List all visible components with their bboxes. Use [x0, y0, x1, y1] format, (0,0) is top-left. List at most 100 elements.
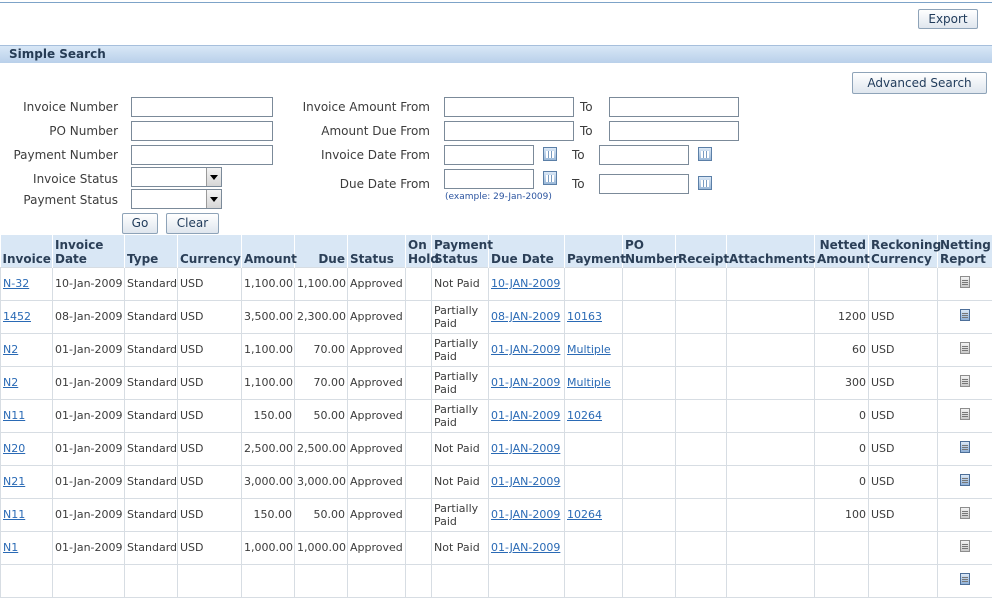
due-date-link[interactable]: 01-JAN-2009	[491, 508, 560, 521]
status-cell: Approved	[348, 300, 406, 333]
invoice-date-from-input[interactable]	[444, 145, 534, 165]
amount-due-to-input[interactable]	[609, 121, 739, 141]
col-on-hold: On Hold	[406, 235, 432, 267]
payment-link[interactable]: 10163	[567, 310, 602, 323]
netted-amount-cell: 100	[815, 498, 869, 531]
status-cell: Approved	[348, 333, 406, 366]
invoice-status-select[interactable]	[131, 167, 222, 187]
invoice-date-cell: 01-Jan-2009	[53, 399, 125, 432]
invoice-link[interactable]: 1452	[3, 310, 31, 323]
invoice-link[interactable]: N1	[3, 541, 18, 554]
invoice-link[interactable]: N20	[3, 442, 25, 455]
netting-report-cell	[938, 465, 992, 498]
reckoning-currency-cell: USD	[869, 498, 938, 531]
po-number-input[interactable]	[131, 121, 273, 141]
netting-report-icon[interactable]	[960, 342, 970, 354]
advanced-search-button[interactable]: Advanced Search	[852, 72, 987, 94]
netting-report-icon[interactable]	[960, 507, 970, 519]
calendar-icon[interactable]	[698, 147, 712, 161]
amount-due-from-input[interactable]	[444, 121, 574, 141]
invoice-amount-to-input[interactable]	[609, 97, 739, 117]
payment-number-input[interactable]	[131, 145, 273, 165]
currency-cell: USD	[178, 267, 242, 300]
invoice-amount-from-input[interactable]	[444, 97, 574, 117]
due-date-link[interactable]: 08-JAN-2009	[491, 310, 560, 323]
payment-link[interactable]: Multiple	[567, 343, 611, 356]
col-due-date: Due Date	[489, 235, 565, 267]
due-date-link[interactable]: 01-JAN-2009	[491, 409, 560, 422]
status-cell: Approved	[348, 366, 406, 399]
calendar-icon[interactable]	[698, 176, 712, 190]
po-number-cell	[623, 333, 676, 366]
due-date-cell: 01-JAN-2009	[489, 531, 565, 564]
po-number-cell	[623, 531, 676, 564]
invoice-date-cell: 01-Jan-2009	[53, 531, 125, 564]
invoice-link[interactable]: N2	[3, 343, 18, 356]
invoice-link[interactable]: N-32	[3, 277, 29, 290]
netting-report-icon[interactable]	[960, 573, 970, 585]
clear-button[interactable]: Clear	[166, 213, 219, 234]
attachments-cell	[727, 564, 815, 597]
invoice-date-to-input[interactable]	[599, 145, 689, 165]
po-number-cell	[623, 465, 676, 498]
type-cell: Standard	[125, 300, 178, 333]
due-date-link[interactable]: 10-JAN-2009	[491, 277, 560, 290]
attachments-cell	[727, 399, 815, 432]
status-cell: Approved	[348, 267, 406, 300]
due-date-link[interactable]: 01-JAN-2009	[491, 343, 560, 356]
chevron-down-icon	[206, 190, 221, 208]
netting-report-icon[interactable]	[960, 408, 970, 420]
invoice-link[interactable]: N21	[3, 475, 25, 488]
invoice-link[interactable]: N2	[3, 376, 18, 389]
status-cell: Approved	[348, 399, 406, 432]
netting-report-icon[interactable]	[960, 309, 970, 321]
invoice-amount-from-label: Invoice Amount From	[280, 100, 430, 114]
reckoning-currency-cell: USD	[869, 432, 938, 465]
calendar-icon[interactable]	[543, 147, 557, 161]
due-date-to-input[interactable]	[599, 174, 689, 194]
netting-report-icon[interactable]	[960, 540, 970, 552]
payment-link[interactable]: 10264	[567, 409, 602, 422]
invoice-link[interactable]: N11	[3, 409, 25, 422]
due-date-from-label: Due Date From	[280, 177, 430, 191]
attachments-cell	[727, 531, 815, 564]
export-button[interactable]: Export	[918, 9, 978, 29]
type-cell: Standard	[125, 399, 178, 432]
type-cell	[125, 564, 178, 597]
netting-report-icon[interactable]	[960, 441, 970, 453]
po-number-cell	[623, 366, 676, 399]
invoice-cell: N2	[1, 333, 53, 366]
netting-report-icon[interactable]	[960, 474, 970, 486]
due-date-link[interactable]: 01-JAN-2009	[491, 376, 560, 389]
payment-status-cell: Not Paid	[432, 267, 489, 300]
payment-cell: 10264	[565, 399, 623, 432]
netted-amount-cell	[815, 564, 869, 597]
attachments-cell	[727, 432, 815, 465]
type-cell: Standard	[125, 333, 178, 366]
payment-link[interactable]: Multiple	[567, 376, 611, 389]
payment-link[interactable]: 10264	[567, 508, 602, 521]
type-cell: Standard	[125, 531, 178, 564]
amount-cell: 150.00	[242, 399, 295, 432]
currency-cell: USD	[178, 498, 242, 531]
col-netting-report: Netting Report	[938, 235, 992, 267]
invoice-status-label: Invoice Status	[0, 172, 118, 186]
invoice-number-input[interactable]	[131, 97, 273, 117]
netting-report-icon[interactable]	[960, 276, 970, 288]
invoice-link[interactable]: N11	[3, 508, 25, 521]
payment-status-cell	[432, 564, 489, 597]
due-date-link[interactable]: 01-JAN-2009	[491, 442, 560, 455]
status-cell: Approved	[348, 465, 406, 498]
due-date-link[interactable]: 01-JAN-2009	[491, 475, 560, 488]
calendar-icon[interactable]	[543, 171, 557, 185]
payment-cell: Multiple	[565, 333, 623, 366]
due-date-from-input[interactable]	[444, 169, 534, 189]
amount-cell: 1,000.00	[242, 531, 295, 564]
payment-status-select[interactable]	[131, 189, 222, 209]
netting-report-icon[interactable]	[960, 375, 970, 387]
invoice-results-table: Invoice Invoice Date Type Currency Amoun…	[0, 235, 992, 598]
due-date-link[interactable]: 01-JAN-2009	[491, 541, 560, 554]
to-label: To	[580, 124, 596, 138]
col-status: Status	[348, 235, 406, 267]
go-button[interactable]: Go	[122, 213, 158, 234]
